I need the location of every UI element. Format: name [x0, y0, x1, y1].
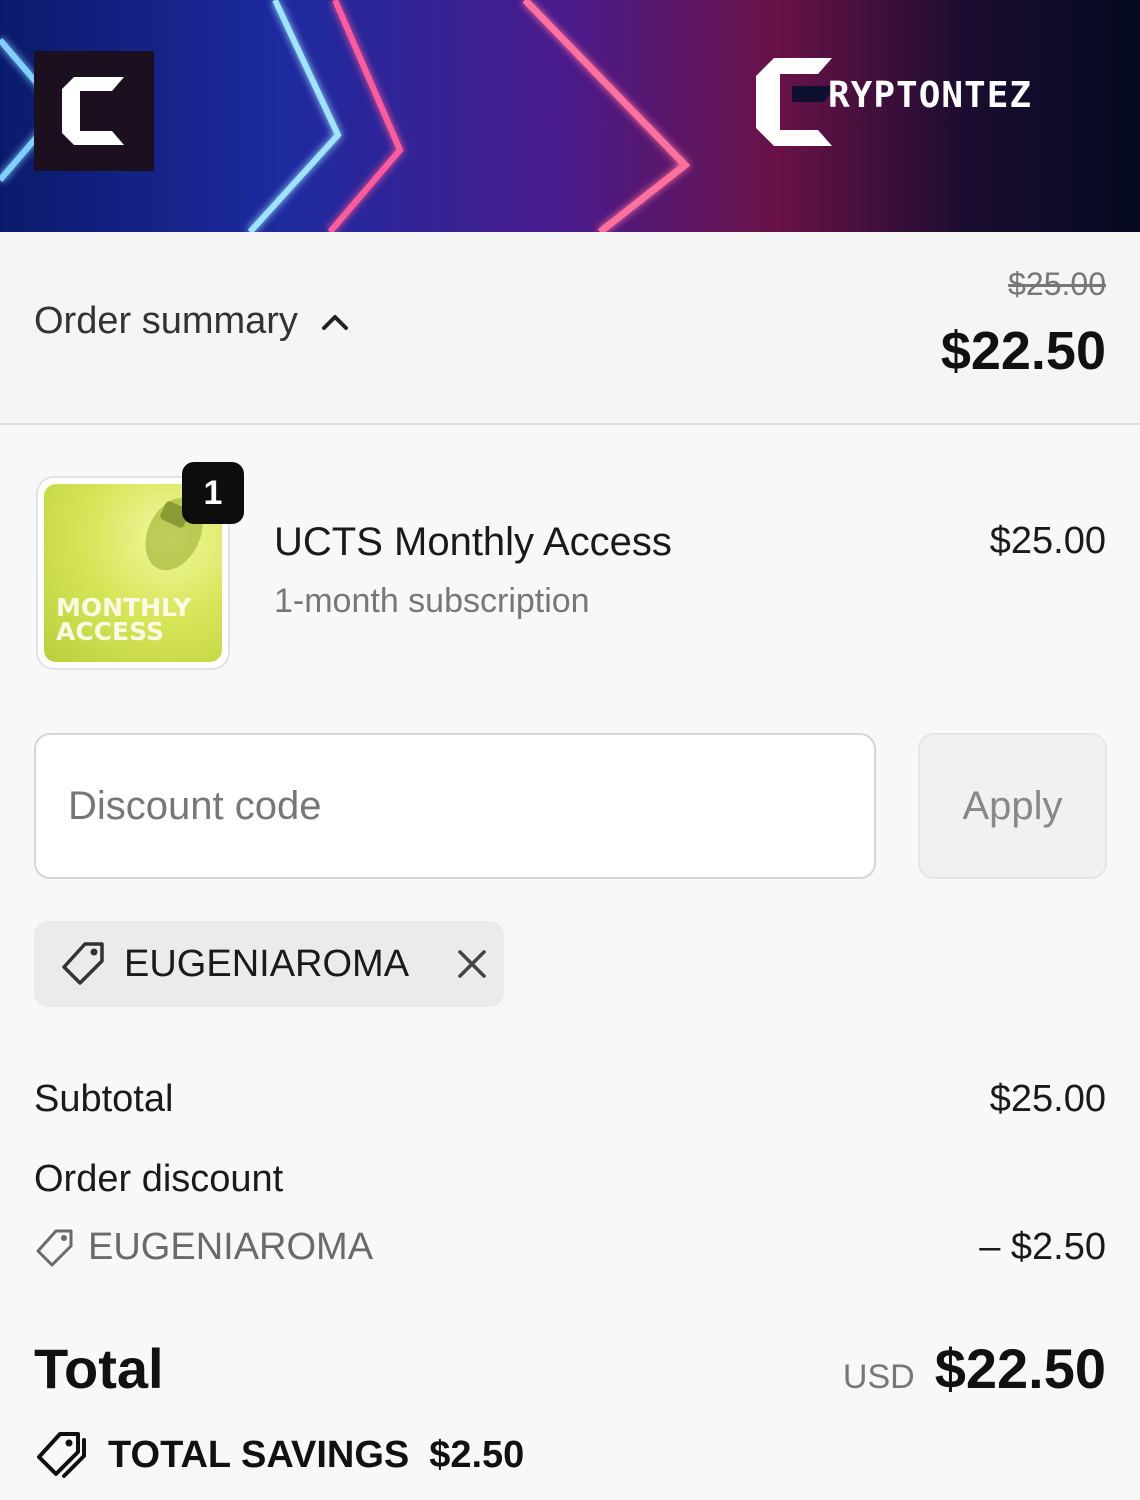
cryptontez-c-logo-icon	[62, 77, 128, 145]
tag-icon	[62, 942, 104, 985]
order-discount-code: EUGENIAROMA	[34, 1226, 373, 1269]
double-tag-icon	[37, 1432, 86, 1478]
order-discount-label: Order discount	[34, 1158, 284, 1200]
chevron-up-icon	[321, 314, 348, 330]
order-summary-toggle[interactable]: Order summary	[34, 300, 350, 343]
applied-discount-chip: EUGENIAROMA	[34, 921, 504, 1007]
summary-total-price: $22.50	[940, 321, 1106, 381]
original-total-price: $25.00	[1008, 266, 1106, 302]
subtotal-value: $25.00	[989, 1078, 1106, 1120]
apply-discount-button[interactable]: Apply	[918, 733, 1107, 879]
brand-c-mark-icon	[756, 58, 836, 146]
header-banner: RYPTONTEZ	[0, 0, 1140, 232]
subtotal-label: Subtotal	[34, 1078, 174, 1120]
remove-discount-button[interactable]	[451, 943, 493, 985]
discount-code-input[interactable]	[34, 733, 876, 879]
quantity-badge: 1	[182, 462, 244, 524]
store-logo[interactable]	[34, 51, 154, 171]
currency-code: USD	[842, 1358, 915, 1396]
brand-name: RYPTONTEZ	[828, 74, 1033, 116]
order-summary-label: Order summary	[34, 300, 298, 342]
order-discount-code-text: EUGENIAROMA	[88, 1226, 374, 1268]
tag-icon	[36, 1229, 73, 1266]
product-name: UCTS Monthly Access	[274, 520, 672, 564]
total-amount-group: USD $22.50	[843, 1336, 1106, 1401]
product-image-title: MONTHLY ACCESS	[56, 593, 192, 646]
total-savings-label: TOTAL SAVINGS	[108, 1433, 410, 1476]
order-discount-value: – $2.50	[979, 1226, 1106, 1268]
product-price: $25.00	[989, 520, 1106, 562]
product-variant: 1-month subscription	[274, 582, 590, 620]
total-label: Total	[34, 1337, 164, 1400]
close-icon	[458, 950, 486, 978]
total-savings: TOTAL SAVINGS $2.50	[34, 1430, 524, 1480]
brand-wordmark: RYPTONTEZ	[752, 56, 1032, 148]
applied-discount-code: EUGENIAROMA	[124, 942, 410, 985]
total-savings-value: $2.50	[429, 1433, 525, 1476]
total-amount: $22.50	[934, 1337, 1106, 1400]
